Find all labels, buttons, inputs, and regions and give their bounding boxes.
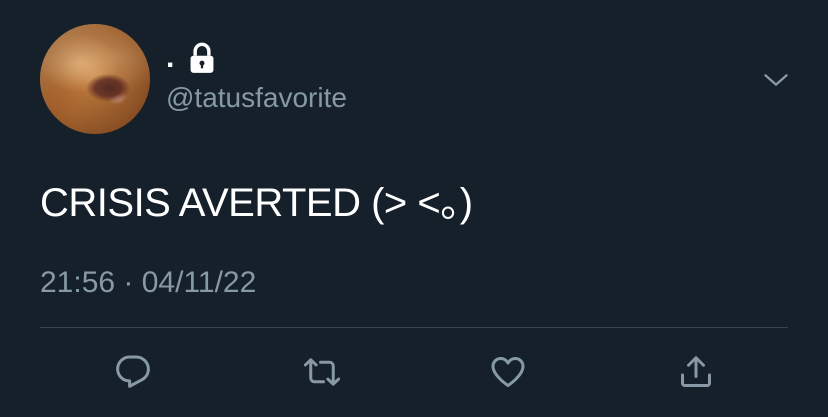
share-button[interactable] [676,352,716,392]
chevron-down-icon[interactable] [762,66,790,94]
like-button[interactable] [488,352,528,392]
avatar[interactable] [40,24,150,134]
tweet-card: . @tatusfavorite CRISIS AVERTED (> <。) 2… [0,0,828,417]
divider [40,327,788,328]
reply-icon [116,355,150,388]
lock-icon [188,42,216,74]
retweet-icon [304,358,340,386]
share-icon [681,356,711,387]
avatar-photo [40,24,150,134]
reply-button[interactable] [113,352,153,392]
heart-icon [491,357,525,387]
retweet-button[interactable] [302,352,342,392]
display-name[interactable]: . [166,41,174,75]
tweet-text: CRISIS AVERTED (> <。) [40,181,473,225]
tweet-timestamp[interactable]: 21:56 · 04/11/22 [40,266,256,300]
user-handle[interactable]: @tatusfavorite [166,82,347,114]
display-name-row[interactable]: . [166,40,216,76]
